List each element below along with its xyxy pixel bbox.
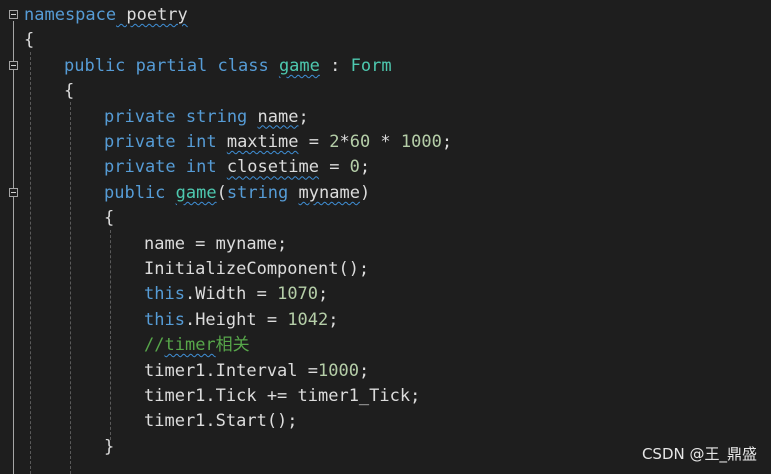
code-token: game [175, 182, 217, 203]
code-token: } [104, 436, 115, 457]
code-token: timer1.Start(); [144, 411, 298, 432]
code-token: private string [104, 106, 258, 127]
code-token: 1000 [400, 132, 442, 152]
code-line[interactable]: public partial class game : Form [64, 54, 392, 79]
code-line[interactable]: } [104, 435, 114, 460]
code-token: = [298, 132, 330, 152]
code-token: 1042 [287, 309, 329, 330]
code-line[interactable]: InitializeComponent(); [144, 257, 369, 282]
code-token: private int [104, 132, 227, 152]
code-token: ( [216, 182, 227, 203]
code-token: .Height = [184, 309, 288, 330]
code-token: 1070 [277, 284, 319, 305]
code-token: InitializeComponent(); [144, 259, 370, 279]
code-token: myname [298, 182, 360, 203]
code-token: public [104, 182, 176, 203]
collapse-class-icon[interactable] [9, 61, 18, 70]
code-line[interactable]: //timer相关 [144, 333, 250, 358]
outline-bar [13, 21, 14, 474]
indent-guide [30, 52, 31, 474]
code-token: * [370, 132, 401, 152]
collapse-constructor-icon[interactable] [9, 188, 18, 197]
code-token: = [318, 157, 350, 178]
watermark: CSDN @王_鼎盛 [641, 445, 757, 463]
code-token: this [144, 309, 185, 330]
code-token: ; [298, 106, 309, 127]
code-line[interactable]: this.Height = 1042; [144, 308, 339, 333]
indent-guide [70, 102, 71, 474]
code-line[interactable]: { [64, 79, 74, 104]
code-token: { [104, 208, 115, 229]
code-token: ; [328, 309, 339, 330]
code-line[interactable]: { [24, 28, 34, 53]
code-token: 60 [349, 132, 371, 152]
code-token: timer1.Interval = [144, 360, 318, 381]
code-token: string [226, 182, 299, 203]
code-token: 相关 [215, 335, 250, 356]
code-token: Form [350, 55, 392, 76]
code-token: { [24, 30, 35, 51]
code-token: 1000 [318, 360, 359, 381]
code-token: timer1.Tick += timer1_Tick; [144, 386, 421, 406]
code-token: : [319, 55, 351, 76]
code-token: 0 [349, 157, 360, 178]
code-token: timer [164, 335, 216, 356]
code-token: .Width = [184, 284, 278, 305]
code-token: 2 [329, 132, 340, 152]
code-token: name = myname; [144, 233, 288, 254]
code-editor[interactable]: namespace poetry{public partial class ga… [0, 0, 771, 474]
code-token: * [339, 132, 350, 152]
code-line[interactable]: timer1.Tick += timer1_Tick; [144, 384, 420, 409]
code-line[interactable]: private int maxtime = 2*60 * 1000; [104, 130, 452, 155]
code-token: closetime [226, 157, 319, 178]
collapse-namespace-icon[interactable] [9, 10, 18, 19]
code-token: poetry [116, 5, 188, 25]
code-token: ; [318, 284, 329, 305]
code-token: { [64, 81, 75, 102]
code-token: game [278, 55, 320, 76]
code-line[interactable]: name = myname; [144, 232, 287, 257]
code-token: private int [104, 157, 227, 178]
code-line[interactable]: private string name; [104, 105, 309, 130]
code-token: ; [358, 360, 370, 381]
code-token: maxtime [226, 132, 299, 152]
code-token: name [257, 106, 299, 127]
code-token: ; [359, 157, 371, 178]
code-token: // [144, 335, 165, 356]
code-line[interactable]: private int closetime = 0; [104, 155, 370, 180]
indent-guide [110, 230, 111, 440]
code-line[interactable]: this.Width = 1070; [144, 282, 328, 307]
code-token: this [144, 284, 185, 305]
code-token: namespace [24, 5, 117, 25]
code-line[interactable]: public game(string myname) [104, 181, 370, 206]
code-line[interactable]: timer1.Start(); [144, 409, 298, 434]
code-token: public partial class [64, 55, 279, 76]
code-token: ; [441, 132, 453, 152]
code-token: ) [359, 182, 371, 203]
code-line[interactable]: { [104, 206, 114, 231]
code-line[interactable]: timer1.Interval =1000; [144, 359, 369, 384]
code-line[interactable]: namespace poetry [24, 3, 188, 28]
